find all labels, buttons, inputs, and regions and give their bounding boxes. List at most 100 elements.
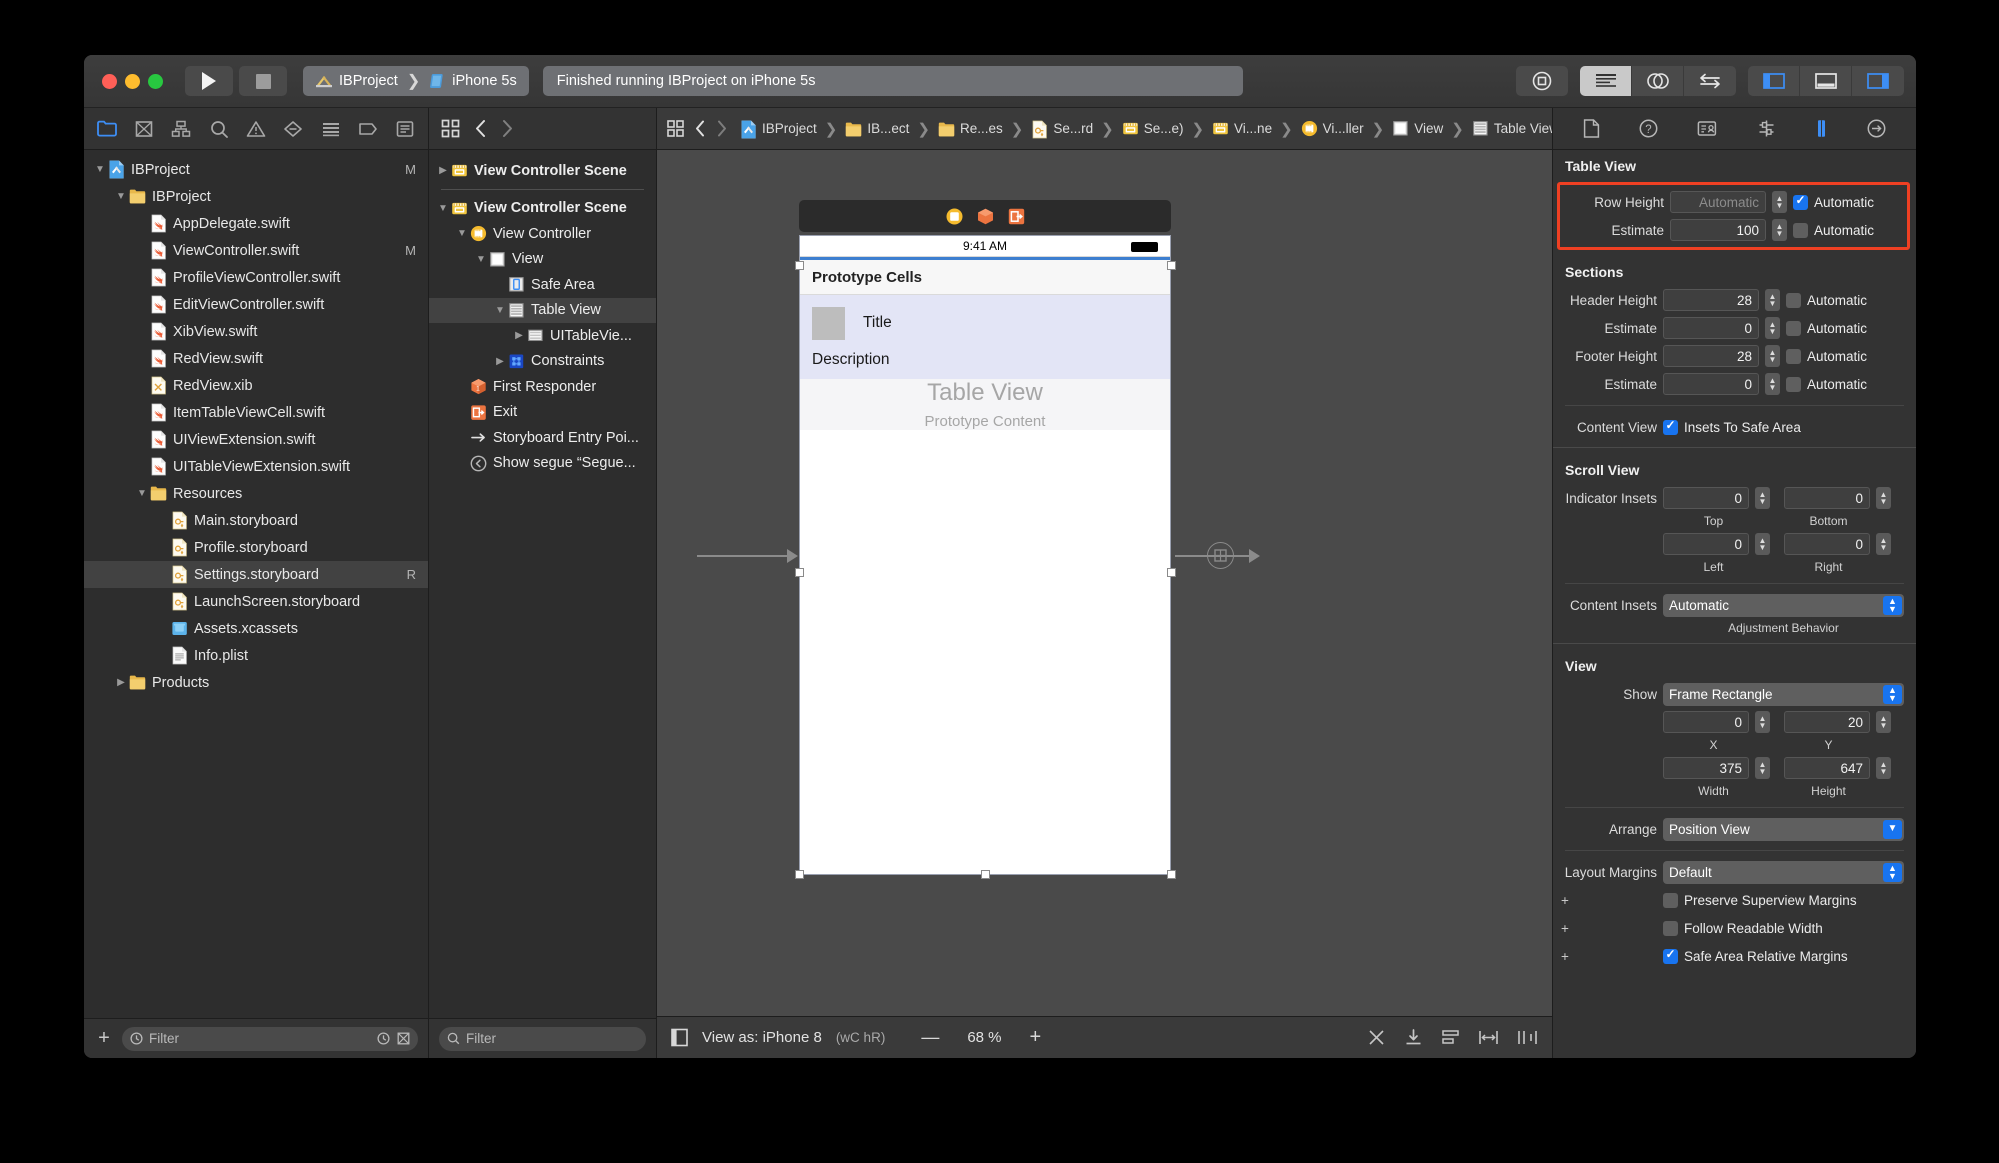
header-estimate-stepper[interactable]: ▲ ▼: [1765, 317, 1780, 339]
jump-bar-item[interactable]: Se...rd: [1031, 120, 1093, 138]
sidebar-tab-project-navigator[interactable]: [88, 108, 125, 150]
align-icon[interactable]: [1441, 1028, 1460, 1047]
outline-row[interactable]: ▼ View: [429, 247, 656, 273]
recent-files-icon[interactable]: [377, 1032, 390, 1045]
sidebar-tab-issue-navigator[interactable]: [237, 108, 274, 150]
resolve-auto-layout-icon[interactable]: [1367, 1028, 1386, 1047]
navigator-row[interactable]: Info.plist: [84, 642, 428, 669]
prototype-cell[interactable]: Title Description: [800, 295, 1170, 379]
scene1-viewcontroller-icon[interactable]: [946, 208, 963, 225]
disclosure-triangle[interactable]: ▼: [113, 191, 129, 202]
row-height-estimate-stepper[interactable]: ▲ ▼: [1772, 219, 1787, 241]
segue-badge[interactable]: [1207, 542, 1234, 569]
footer-estimate-automatic-checkbox[interactable]: [1786, 376, 1801, 392]
resize-handle-left[interactable]: [795, 568, 804, 577]
navigator-row[interactable]: AppDelegate.swift: [84, 210, 428, 237]
toggle-debug-area-button[interactable]: [1800, 66, 1852, 96]
disclosure-triangle[interactable]: ▼: [473, 254, 489, 265]
outline-tree[interactable]: ▶ View Controller Scene ▼ View Controller S…: [429, 150, 656, 1018]
preserve-superview-margins-plus-icon[interactable]: +: [1553, 893, 1573, 908]
add-file-button[interactable]: +: [94, 1027, 114, 1050]
row-height-input[interactable]: Automatic: [1670, 191, 1766, 213]
frame-y-input[interactable]: 20: [1784, 711, 1870, 733]
sidebar-tab-report-navigator[interactable]: [387, 108, 424, 150]
indicator-inset-right-input[interactable]: 0: [1784, 533, 1870, 555]
outline-row[interactable]: ▶ UITableVie...: [429, 323, 656, 349]
frame-height-stepper[interactable]: ▲ ▼: [1876, 757, 1891, 779]
inspector-tab-connections[interactable]: [1867, 119, 1886, 138]
outline-back-button[interactable]: [474, 119, 487, 138]
scheme-selector[interactable]: IBProject ❯ iPhone 5s: [303, 66, 529, 96]
zoom-level-label[interactable]: 68 %: [967, 1029, 1001, 1046]
header-estimate-input[interactable]: 0: [1663, 317, 1759, 339]
row-height-estimate-input[interactable]: 100: [1670, 219, 1766, 241]
navigator-row[interactable]: UITableViewExtension.swift: [84, 453, 428, 480]
navigator-row[interactable]: ▼ IBProject: [84, 183, 428, 210]
footer-height-stepper[interactable]: ▲ ▼: [1765, 345, 1780, 367]
run-button[interactable]: [185, 66, 233, 96]
library-button[interactable]: [1516, 66, 1568, 96]
disclosure-triangle[interactable]: ▼: [134, 488, 150, 499]
layout-margins-popup[interactable]: Default ▲ ▼: [1663, 860, 1904, 884]
outline-grid-icon[interactable]: [441, 119, 460, 138]
outline-row[interactable]: ▶ View Controller Scene: [429, 158, 656, 184]
jump-bar-item[interactable]: IB...ect: [845, 120, 909, 138]
row-height-estimate-automatic-checkbox[interactable]: [1793, 222, 1808, 238]
disclosure-triangle[interactable]: ▼: [454, 228, 470, 239]
indicator-inset-right-stepper[interactable]: ▲ ▼: [1876, 533, 1891, 555]
indicator-inset-left-stepper[interactable]: ▲ ▼: [1755, 533, 1770, 555]
toggle-navigator-button[interactable]: [1748, 66, 1800, 96]
resize-handle-top-left[interactable]: [795, 261, 804, 270]
navigator-filter-field[interactable]: Filter: [122, 1026, 418, 1051]
frame-width-input[interactable]: 375: [1663, 757, 1749, 779]
zoom-in-button[interactable]: +: [1030, 1026, 1042, 1049]
jump-bar-item[interactable]: Table View: [1472, 120, 1552, 138]
navigator-row[interactable]: Profile.storyboard: [84, 534, 428, 561]
jump-bar[interactable]: IBProject ❯ IB...ect ❯ Re...es ❯ Se...rd ❯ Se...…: [657, 108, 1552, 150]
indicator-inset-bottom-stepper[interactable]: ▲ ▼: [1876, 487, 1891, 509]
frame-y-stepper[interactable]: ▲ ▼: [1876, 711, 1891, 733]
disclosure-triangle[interactable]: ▼: [435, 203, 451, 214]
outline-row[interactable]: ▶ Constraints: [429, 349, 656, 375]
frame-x-stepper[interactable]: ▲ ▼: [1755, 711, 1770, 733]
insets-to-safe-area-checkbox[interactable]: [1663, 418, 1678, 435]
jump-bar-item[interactable]: Re...es: [938, 120, 1003, 138]
jump-bar-item[interactable]: Vi...ller: [1301, 120, 1364, 138]
jump-bar-back-button[interactable]: [694, 120, 706, 137]
outline-forward-button[interactable]: [501, 119, 514, 138]
toggle-inspector-button[interactable]: [1852, 66, 1904, 96]
pin-icon[interactable]: [1478, 1028, 1499, 1047]
inspector-tab-size[interactable]: [1815, 119, 1828, 138]
content-insets-popup[interactable]: Automatic ▲ ▼: [1663, 593, 1904, 617]
navigator-row[interactable]: UIViewExtension.swift: [84, 426, 428, 453]
safe-area-relative-margins-plus-icon[interactable]: +: [1553, 949, 1573, 964]
scene1-exit-icon[interactable]: [1008, 208, 1025, 225]
resize-handle-bottom-right[interactable]: [1167, 870, 1176, 879]
jump-bar-item[interactable]: Se...e): [1122, 120, 1183, 138]
header-estimate-automatic-checkbox[interactable]: [1786, 320, 1801, 336]
follow-readable-width-checkbox[interactable]: [1663, 920, 1678, 936]
zoom-out-button[interactable]: —: [921, 1027, 939, 1048]
outline-row[interactable]: ▼ Table View: [429, 297, 656, 323]
add-constraints-icon[interactable]: [1517, 1028, 1538, 1047]
header-height-stepper[interactable]: ▲ ▼: [1765, 289, 1780, 311]
navigator-row[interactable]: LaunchScreen.storyboard: [84, 588, 428, 615]
source-control-filter-icon[interactable]: [397, 1032, 410, 1045]
outline-row[interactable]: ▼ View Controller Scene: [429, 196, 656, 222]
sidebar-tab-find-navigator[interactable]: [200, 108, 237, 150]
inspector-tab-quick-help[interactable]: ?: [1639, 119, 1658, 138]
preserve-superview-margins-checkbox[interactable]: [1663, 892, 1678, 908]
footer-estimate-input[interactable]: 0: [1663, 373, 1759, 395]
navigator-row[interactable]: ▼ IBProject M: [84, 156, 428, 183]
outline-filter-field[interactable]: Filter: [439, 1026, 646, 1051]
disclosure-triangle[interactable]: ▶: [435, 165, 451, 176]
resize-handle-bottom-left[interactable]: [795, 870, 804, 879]
inspector-tab-attributes[interactable]: [1757, 119, 1776, 138]
jump-bar-item[interactable]: View: [1392, 120, 1443, 138]
row-height-stepper[interactable]: ▲ ▼: [1772, 191, 1787, 213]
arrange-popup[interactable]: Position View ▼: [1663, 817, 1904, 841]
device-preview-icon[interactable]: [671, 1028, 688, 1047]
navigator-row[interactable]: ViewController.swift M: [84, 237, 428, 264]
navigator-row[interactable]: ItemTableViewCell.swift: [84, 399, 428, 426]
sidebar-tab-source-control[interactable]: [125, 108, 162, 150]
